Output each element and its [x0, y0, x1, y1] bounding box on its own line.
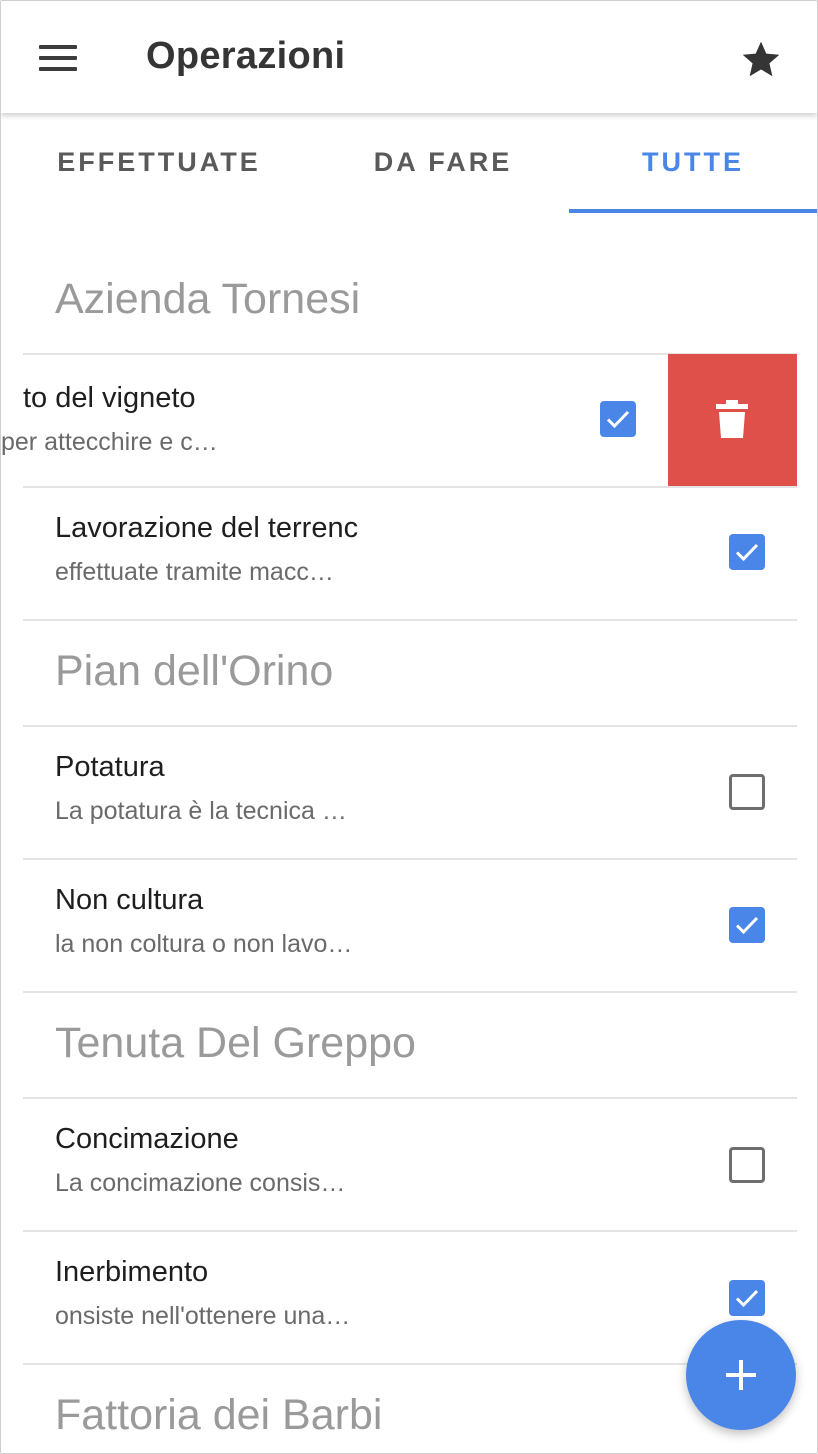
list-item[interactable]: Concimazione La concimazione consis…: [23, 1099, 797, 1229]
page-title: Operazioni: [146, 35, 346, 77]
hamburger-menu-icon[interactable]: [39, 45, 77, 73]
tab-da-fare[interactable]: DA FARE: [317, 113, 569, 213]
item-title: to del vigneto: [23, 382, 196, 414]
divider: [23, 619, 797, 621]
item-checkbox[interactable]: [729, 907, 765, 943]
item-title: Inerbimento: [55, 1256, 209, 1288]
list-item[interactable]: Lavorazione del terrenc effettuate trami…: [23, 488, 797, 618]
item-subtitle: la non coltura o non lavo…: [55, 930, 353, 958]
list-item[interactable]: Potatura La potatura è la tecnica …: [23, 727, 797, 857]
list-item[interactable]: Non cultura la non coltura o non lavo…: [23, 860, 797, 990]
plus-icon: [726, 1360, 756, 1390]
section-header: Azienda Tornesi: [55, 275, 361, 323]
tab-tutte[interactable]: TUTTE: [569, 113, 817, 213]
item-subtitle: per attecchire e c…: [1, 428, 218, 456]
delete-button[interactable]: [668, 354, 797, 486]
item-title: Concimazione: [55, 1123, 239, 1155]
trash-icon: [716, 400, 748, 438]
add-button[interactable]: [686, 1320, 796, 1430]
swiped-item-content[interactable]: to del vigneto per attecchire e c…: [1, 354, 671, 486]
section-header: Fattoria dei Barbi: [55, 1391, 383, 1439]
divider: [23, 1363, 797, 1365]
app-bar: Operazioni: [1, 1, 817, 113]
section-header: Tenuta Del Greppo: [55, 1019, 416, 1067]
tab-bar: EFFETTUATE DA FARE TUTTE: [1, 113, 817, 213]
divider: [23, 991, 797, 993]
item-subtitle: effettuate tramite macc…: [55, 558, 334, 586]
item-subtitle: La concimazione consis…: [55, 1169, 346, 1197]
active-tab-indicator: [569, 209, 817, 213]
item-title: Lavorazione del terrenc: [55, 512, 359, 544]
app-screen: Operazioni EFFETTUATE DA FARE TUTTE Azie…: [0, 0, 818, 1454]
star-icon[interactable]: [739, 37, 783, 81]
list-item-swiped[interactable]: to del vigneto per attecchire e c…: [1, 354, 797, 486]
item-checkbox[interactable]: [729, 1280, 765, 1316]
section-header: Pian dell'Orino: [55, 647, 334, 695]
item-checkbox[interactable]: [729, 534, 765, 570]
item-title: Potatura: [55, 751, 165, 783]
item-subtitle: onsiste nell'ottenere una…: [55, 1302, 351, 1330]
tab-effettuate[interactable]: EFFETTUATE: [1, 113, 317, 213]
item-subtitle: La potatura è la tecnica …: [55, 797, 347, 825]
list-item[interactable]: Inerbimento onsiste nell'ottenere una…: [23, 1232, 797, 1362]
item-title: Non cultura: [55, 884, 204, 916]
item-checkbox[interactable]: [600, 401, 636, 437]
item-checkbox[interactable]: [729, 1147, 765, 1183]
item-checkbox[interactable]: [729, 774, 765, 810]
